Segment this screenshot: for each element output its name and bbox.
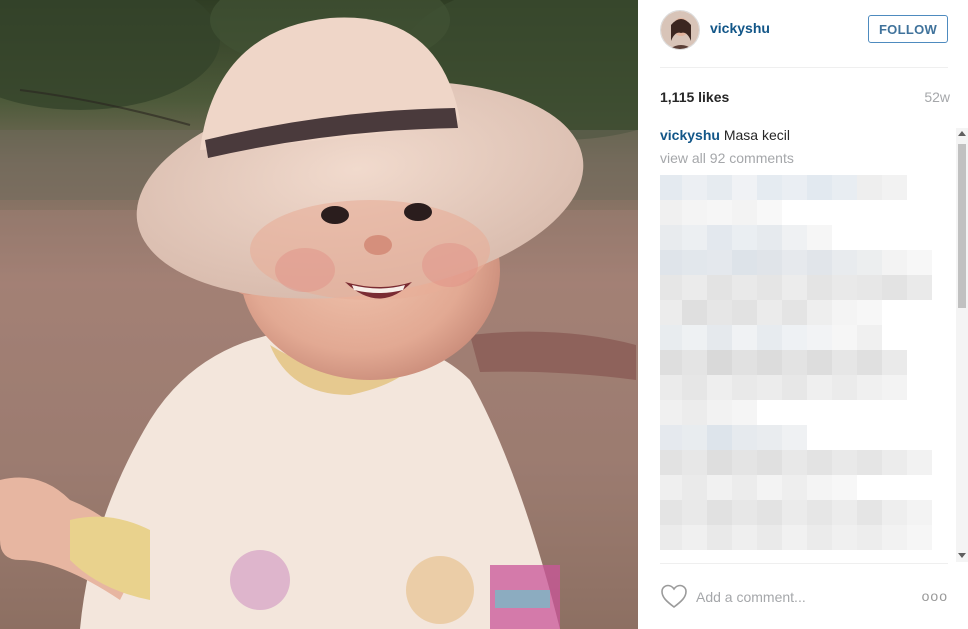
caption-username[interactable]: vickyshu <box>660 127 720 143</box>
follow-button[interactable]: FOLLOW <box>868 15 948 43</box>
pixelated-comments <box>660 175 932 550</box>
blurred-comments <box>660 175 947 553</box>
scroll-up-icon[interactable] <box>958 131 966 136</box>
caption: vickyshu Masa kecil <box>660 125 950 145</box>
avatar[interactable] <box>660 10 700 50</box>
post-age[interactable]: 52w <box>924 89 950 105</box>
likes-count[interactable]: 1,115 likes <box>660 89 729 105</box>
caption-text: Masa kecil <box>723 127 790 143</box>
post-photo[interactable] <box>0 0 638 629</box>
comments-scrollbar[interactable] <box>956 128 968 562</box>
post-sidebar: vickyshu FOLLOW 1,115 likes 52w vickyshu… <box>638 0 968 629</box>
scroll-down-icon[interactable] <box>958 553 966 558</box>
post-stats: 1,115 likes 52w <box>660 89 950 109</box>
more-options-icon[interactable]: ooo <box>922 588 948 604</box>
comments-list: vickyshu Masa kecil view all 92 comments <box>660 125 950 565</box>
post-footer: ooo <box>660 563 948 629</box>
heart-icon[interactable] <box>660 583 688 609</box>
photo-illustration <box>0 0 638 629</box>
avatar-image <box>661 11 699 49</box>
view-all-comments-link[interactable]: view all 92 comments <box>660 150 950 166</box>
post-username[interactable]: vickyshu <box>710 20 770 36</box>
add-comment-input[interactable] <box>696 584 896 610</box>
instagram-post-view: vickyshu FOLLOW 1,115 likes 52w vickyshu… <box>0 0 968 629</box>
post-header: vickyshu FOLLOW <box>660 10 948 68</box>
scrollbar-thumb[interactable] <box>958 144 966 308</box>
